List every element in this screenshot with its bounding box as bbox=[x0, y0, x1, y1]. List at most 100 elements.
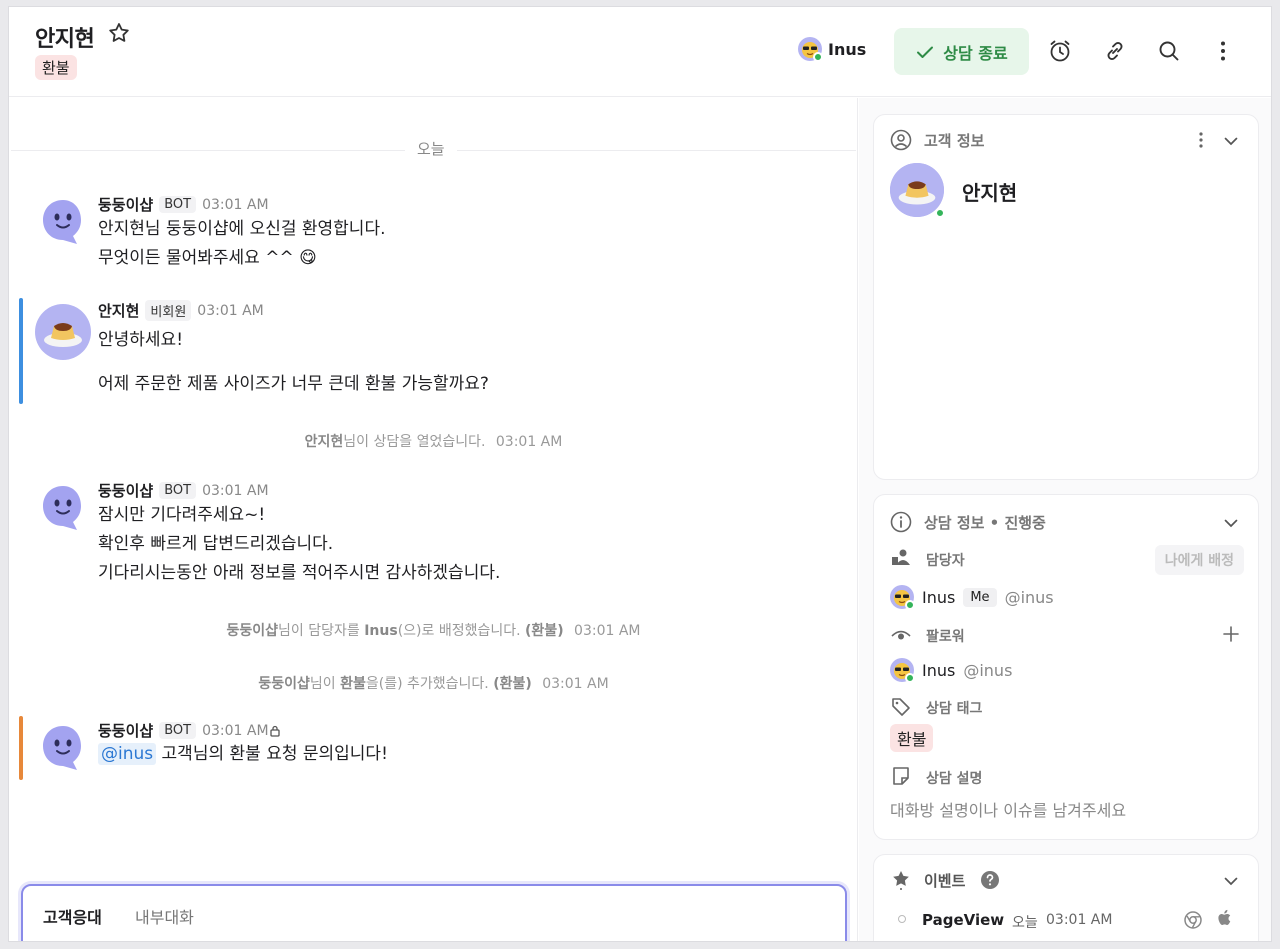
event-target: 환불 bbox=[340, 676, 366, 692]
card-title: 상담 정보 • 진행중 bbox=[924, 514, 1046, 532]
link-icon[interactable] bbox=[1102, 38, 1128, 64]
info-icon bbox=[890, 511, 912, 533]
message-line: 확인후 빠르게 답변드리겠습니다. bbox=[98, 534, 334, 554]
consult-tag[interactable]: 환불 bbox=[890, 724, 934, 752]
check-icon bbox=[917, 46, 934, 58]
message-time: 03:01 AM bbox=[202, 196, 269, 213]
assign-to-me-button[interactable]: 나에게 배정 bbox=[1154, 545, 1244, 575]
message-meta: 둥둥이샵 BOT 03:01 AM bbox=[98, 480, 269, 501]
description-input[interactable]: 대화방 설명이나 이슈를 남겨주세요 bbox=[890, 797, 1126, 821]
event-bullet-icon bbox=[898, 915, 906, 923]
sender-badge: BOT bbox=[159, 482, 197, 499]
message-time: 03:01 AM bbox=[202, 722, 269, 739]
customer-info-card: 고객 정보 안지현 bbox=[873, 114, 1259, 480]
event-actor: 안지현 bbox=[304, 434, 344, 450]
event-text: 님이 상담을 열었습니다. bbox=[343, 434, 486, 450]
system-event: 둥둥이샵님이 환불을(를) 추가했습니다. (환불) 03:01 AM bbox=[9, 673, 858, 693]
end-consult-button[interactable]: 상담 종료 bbox=[894, 28, 1029, 75]
alarm-clock-icon[interactable] bbox=[1047, 38, 1073, 64]
follower-label: 팔로워 bbox=[926, 629, 965, 645]
apple-icon bbox=[1218, 909, 1231, 925]
end-consult-label: 상담 종료 bbox=[943, 43, 1008, 63]
event-tag: (환불) bbox=[493, 676, 532, 692]
message-text: @inus 고객님의 환불 요청 문의입니다! bbox=[98, 740, 388, 769]
message-line: 안지현님 둥둥이샵에 오신걸 환영합니다. bbox=[98, 219, 386, 239]
bot-avatar bbox=[41, 484, 85, 536]
help-icon[interactable] bbox=[980, 870, 1000, 890]
star-icon[interactable] bbox=[107, 21, 131, 45]
note-icon bbox=[893, 767, 909, 785]
assignee-row[interactable]: Inus Me @inus bbox=[890, 585, 1054, 610]
event-time: 03:01 AM bbox=[574, 623, 641, 639]
plus-icon[interactable] bbox=[1222, 625, 1240, 643]
assignee-name: Inus bbox=[922, 587, 956, 607]
online-dot bbox=[935, 208, 945, 218]
tab-customer-reply[interactable]: 고객응대 bbox=[43, 904, 102, 928]
assignee-icon bbox=[892, 549, 910, 565]
customer-name: 안지현 bbox=[962, 181, 1018, 205]
customer-avatar bbox=[35, 304, 91, 364]
me-badge: Me bbox=[963, 587, 997, 607]
message-line: 고객님의 환불 요청 문의입니다! bbox=[156, 744, 388, 764]
message-time: 03:01 AM bbox=[202, 482, 269, 499]
pudding-icon bbox=[35, 304, 91, 360]
event-text: 을(를) 추가했습니다. bbox=[365, 676, 494, 692]
sender-badge: BOT bbox=[159, 196, 197, 213]
ghost-bot-icon bbox=[43, 486, 81, 530]
card-title: 고객 정보 bbox=[924, 132, 985, 150]
sender-name: 둥둥이샵 bbox=[98, 722, 154, 740]
chrome-icon bbox=[1184, 911, 1202, 929]
ghost-bot-icon bbox=[43, 200, 81, 244]
message-time: 03:01 AM bbox=[197, 302, 264, 319]
message-meta: 둥둥이샵 BOT 03:01 AM bbox=[98, 720, 281, 741]
event-day: 오늘 bbox=[1012, 915, 1038, 931]
tab-internal-chat[interactable]: 내부대화 bbox=[135, 904, 194, 928]
chevron-down-icon[interactable] bbox=[1222, 872, 1240, 890]
event-actor: 둥둥이샵 bbox=[226, 623, 279, 639]
sender-name: 안지현 bbox=[98, 302, 140, 320]
online-dot bbox=[905, 600, 915, 610]
message-text: 잠시만 기다려주세요~! 확인후 빠르게 답변드리겠습니다. 기다리시는동안 아… bbox=[98, 501, 500, 588]
assignee-handle: @inus bbox=[1004, 587, 1054, 607]
chevron-down-icon[interactable] bbox=[1222, 514, 1240, 532]
follower-row[interactable]: Inus @inus bbox=[890, 658, 1013, 683]
header-tag[interactable]: 환불 bbox=[35, 55, 77, 80]
avatar bbox=[890, 658, 915, 683]
assignee-chip[interactable]: Inus bbox=[798, 37, 866, 62]
online-dot bbox=[813, 52, 823, 62]
event-name[interactable]: PageView bbox=[922, 911, 1004, 929]
assignee-label: 담당자 bbox=[926, 553, 965, 569]
tag-label: 상담 태그 bbox=[926, 701, 983, 717]
message-line: 기다리시는동안 아래 정보를 적어주시면 감사하겠습니다. bbox=[98, 563, 501, 583]
sender-name: 둥둥이샵 bbox=[98, 482, 154, 500]
consult-info-card: 상담 정보 • 진행중 담당자 나에게 배정 Inus Me @inus 팔로워 bbox=[873, 494, 1259, 840]
app-window: 안지현 환불 Inus 상담 종료 오늘 둥둥이샵 BOT 03:01 AM 안… bbox=[8, 6, 1272, 942]
event-time: 03:01 AM bbox=[542, 676, 609, 692]
online-dot bbox=[905, 673, 915, 683]
more-vertical-icon[interactable] bbox=[1210, 38, 1236, 64]
message-line: 무엇이든 물어봐주세요 ^^ 😋 bbox=[98, 248, 317, 268]
system-event: 안지현님이 상담을 열었습니다. 03:01 AM bbox=[9, 431, 858, 451]
message-item: 둥둥이샵 BOT 03:01 AM @inus 고객님의 환불 요청 문의입니다… bbox=[9, 716, 854, 786]
message-composer[interactable]: 고객응대 내부대화 bbox=[21, 884, 847, 941]
message-text: 어제 주문한 제품 사이즈가 너무 큰데 환불 가능할까요? bbox=[98, 374, 489, 394]
message-text: 안녕하세요! bbox=[98, 330, 184, 350]
event-text: 님이 담당자를 bbox=[278, 623, 365, 639]
sender-name: 둥둥이샵 bbox=[98, 196, 154, 214]
event-time: 03:01 AM bbox=[495, 434, 563, 450]
message-item: 둥둥이샵 BOT 03:01 AM 잠시만 기다려주세요~! 확인후 빠르게 답… bbox=[9, 476, 854, 586]
bot-avatar bbox=[41, 724, 85, 776]
follower-handle: @inus bbox=[963, 660, 1013, 680]
chevron-down-icon[interactable] bbox=[1222, 132, 1240, 150]
user-circle-icon bbox=[890, 129, 912, 151]
avatar bbox=[890, 585, 915, 610]
customer-avatar bbox=[890, 163, 945, 218]
event-star-icon bbox=[893, 871, 909, 890]
event-actor: 둥둥이샵 bbox=[258, 676, 310, 692]
search-icon[interactable] bbox=[1156, 38, 1182, 64]
message-meta: 둥둥이샵 BOT 03:01 AM bbox=[98, 194, 269, 215]
user-mention[interactable]: @inus bbox=[98, 743, 157, 765]
avatar bbox=[798, 37, 823, 62]
more-vertical-icon[interactable] bbox=[1192, 131, 1210, 149]
event-target: Inus bbox=[364, 623, 398, 639]
